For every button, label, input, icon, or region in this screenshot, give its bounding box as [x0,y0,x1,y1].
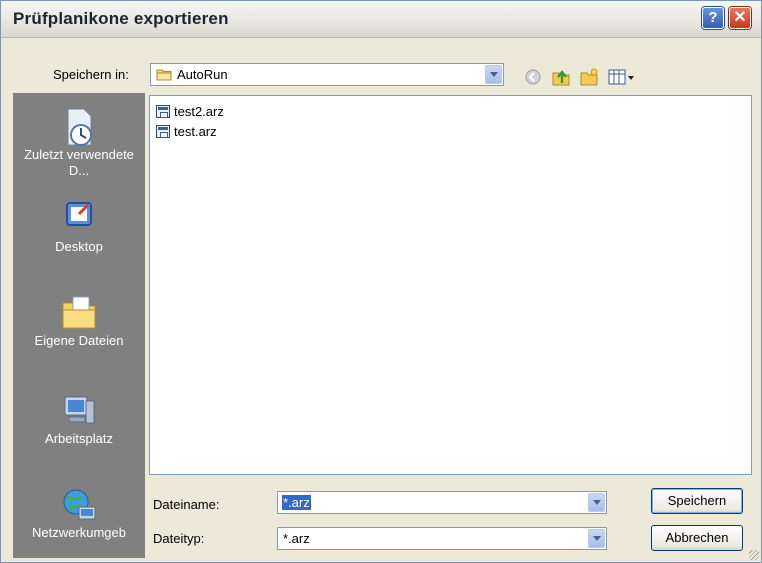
save-in-label: Speichern in: [53,67,129,82]
save-dialog: Prüfplanikone exportieren ? ✕ Speichern … [0,0,762,563]
title-bar[interactable]: Prüfplanikone exportieren ? ✕ [1,1,761,38]
folder-icon [156,68,172,81]
file-name: test2.arz [174,103,224,119]
chevron-down-icon[interactable] [485,65,502,84]
cancel-button[interactable]: Abbrechen [651,525,743,551]
filetype-value: *.arz [283,531,310,546]
place-my-computer[interactable]: Arbeitsplatz [13,391,145,447]
place-label: Arbeitsplatz [45,431,113,446]
view-menu-icon[interactable] [607,67,637,87]
my-computer-icon [59,391,99,427]
my-documents-icon [59,293,99,329]
list-item[interactable]: test.arz [156,122,217,140]
save-in-value: AutoRun [177,67,228,82]
filetype-select[interactable]: *.arz [277,527,607,550]
arz-file-icon [156,104,170,118]
file-list[interactable]: test2.arz test.arz [149,95,752,475]
desktop-icon [59,199,99,235]
place-label: Netzwerkumgeb [32,525,126,540]
save-in-combo[interactable]: AutoRun [150,63,504,86]
place-network[interactable]: Netzwerkumgeb [13,485,145,541]
back-icon[interactable] [523,67,543,87]
places-bar: Zuletzt verwendete D... Desktop Eigene D… [13,93,145,558]
filetype-label: Dateityp: [153,531,205,546]
filename-label: Dateiname: [153,497,220,512]
help-button[interactable]: ? [702,7,724,29]
up-folder-icon[interactable] [551,67,571,87]
place-label: Zuletzt verwendete D... [24,147,134,178]
dialog-title: Prüfplanikone exportieren [13,9,229,28]
chevron-down-icon[interactable] [588,493,605,512]
new-folder-icon[interactable] [579,67,599,87]
place-my-documents[interactable]: Eigene Dateien [13,293,145,349]
filename-field[interactable]: *.arz [277,491,607,514]
filename-value: *.arz [282,495,311,510]
resize-grip[interactable] [749,550,759,560]
place-label: Desktop [55,239,103,254]
close-button[interactable]: ✕ [729,7,751,29]
save-button[interactable]: Speichern [651,488,743,514]
network-icon [59,485,99,521]
file-name: test.arz [174,123,217,139]
place-recent[interactable]: Zuletzt verwendete D... [13,107,145,179]
place-label: Eigene Dateien [34,333,124,348]
place-desktop[interactable]: Desktop [13,199,145,255]
recent-documents-icon [59,107,99,146]
list-item[interactable]: test2.arz [156,102,224,120]
arz-file-icon [156,124,170,138]
chevron-down-icon[interactable] [588,529,605,548]
